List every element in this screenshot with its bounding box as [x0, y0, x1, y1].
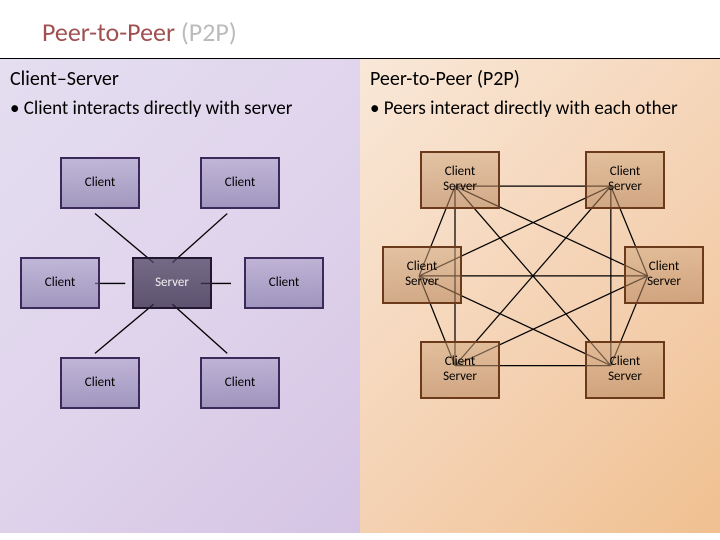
node-client: Client — [20, 257, 100, 309]
node-peer: ClientServer — [585, 341, 665, 399]
node-peer: ClientServer — [420, 341, 500, 399]
node-server: Server — [132, 257, 212, 309]
node-peer: ClientServer — [420, 151, 500, 209]
left-heading: Client–Server — [10, 67, 350, 91]
node-peer: ClientServer — [624, 246, 704, 304]
title-text: Peer-to-Peer — [42, 16, 181, 48]
right-bullet: Peers interact directly with each other — [370, 97, 710, 121]
slide-title: Peer-to-Peer (P2P) — [0, 0, 720, 59]
left-bullet: Client interacts directly with server — [10, 97, 350, 121]
columns: Client–Server Client interacts directly … — [0, 59, 720, 533]
node-client: Client — [244, 257, 324, 309]
node-client: Client — [200, 357, 280, 409]
node-peer: ClientServer — [585, 151, 665, 209]
title-paren: (P2P) — [181, 16, 237, 48]
node-client: Client — [60, 157, 140, 209]
column-p2p: Peer-to-Peer (P2P) Peers interact direct… — [360, 59, 720, 533]
right-diagram: ClientServer ClientServer ClientServer C… — [370, 131, 710, 451]
right-heading: Peer-to-Peer (P2P) — [370, 67, 710, 91]
node-client: Client — [200, 157, 280, 209]
column-client-server: Client–Server Client interacts directly … — [0, 59, 360, 533]
node-client: Client — [60, 357, 140, 409]
left-diagram: Client Client Client Server Client Clien… — [10, 131, 350, 451]
node-peer: ClientServer — [382, 246, 462, 304]
